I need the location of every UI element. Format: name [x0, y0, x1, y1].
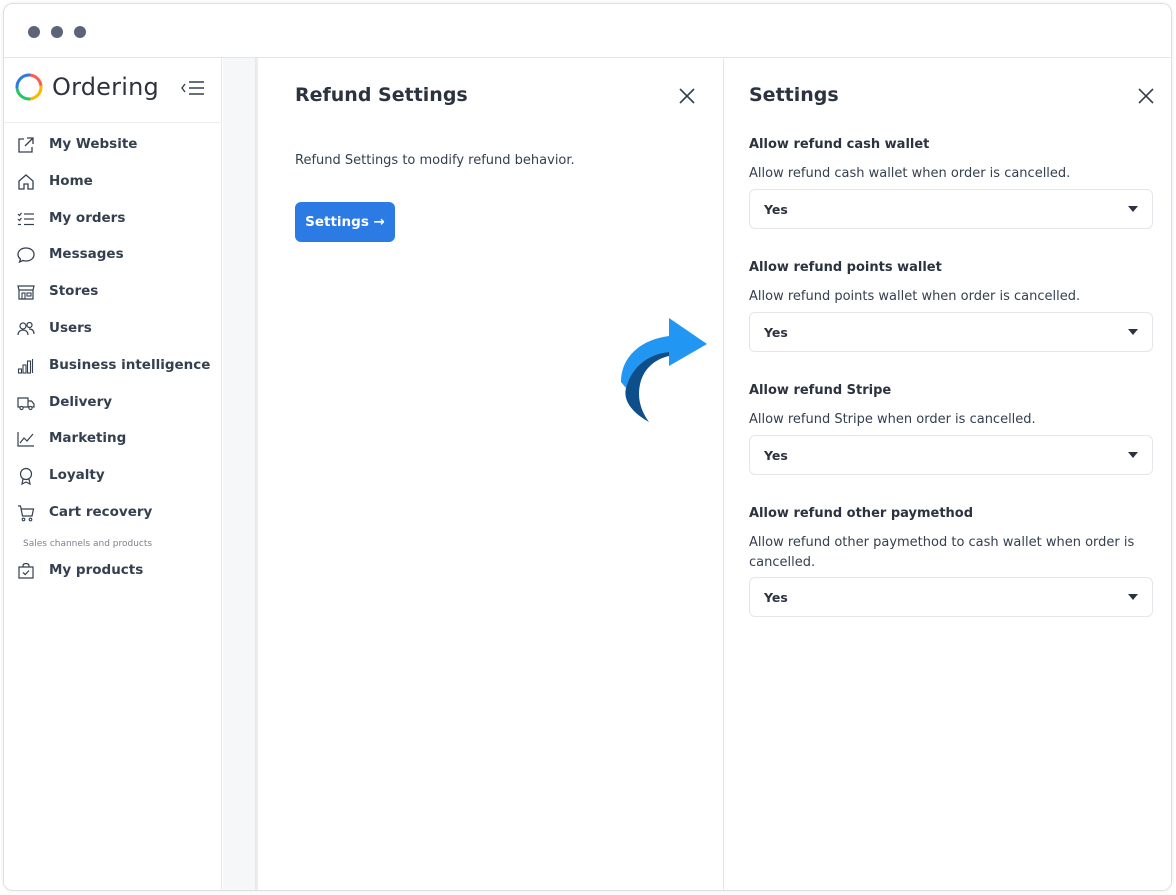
store-icon: [17, 285, 35, 300]
sidebar-item-loyalty[interactable]: Loyalty: [4, 459, 222, 493]
sidebar: Ordering My Website Home My orders Messa…: [4, 58, 222, 890]
sidebar-item-home[interactable]: Home: [4, 165, 222, 199]
select-value: Yes: [764, 448, 788, 463]
close-icon[interactable]: [1137, 87, 1155, 105]
settings-button[interactable]: Settings →: [295, 202, 395, 242]
option-title: Allow refund Stripe: [749, 383, 892, 398]
sidebar-item-stores[interactable]: Stores: [4, 275, 222, 309]
sidebar-item-label: Users: [49, 320, 92, 336]
cart-icon: [18, 505, 35, 522]
settings-title: Settings: [749, 84, 839, 106]
sidebar-section-label: Sales channels and products: [23, 539, 153, 549]
collapse-sidebar-icon[interactable]: [180, 78, 206, 98]
app-window: Ordering My Website Home My orders Messa…: [3, 3, 1172, 891]
caret-down-icon: [1128, 452, 1138, 458]
refund-stripe-select[interactable]: Yes: [749, 435, 1153, 475]
select-value: Yes: [764, 325, 788, 340]
users-icon: [17, 321, 35, 336]
ordering-logo-icon: [15, 73, 43, 101]
option-title: Allow refund cash wallet: [749, 137, 930, 152]
sidebar-item-business-intelligence[interactable]: Business intelligence: [4, 349, 222, 383]
refund-other-paymethod-select[interactable]: Yes: [749, 577, 1153, 617]
sidebar-item-label: Loyalty: [49, 467, 105, 483]
refund-cash-wallet-select[interactable]: Yes: [749, 189, 1153, 229]
truck-icon: [17, 397, 35, 411]
sidebar-item-label: Home: [49, 173, 93, 189]
sidebar-item-label: Messages: [49, 246, 124, 262]
option-title: Allow refund other paymethod: [749, 506, 974, 521]
sidebar-item-label: Stores: [49, 283, 99, 299]
brand-logo[interactable]: Ordering: [14, 70, 159, 104]
content-gutter: [223, 58, 255, 890]
window-dot-2[interactable]: [51, 26, 63, 38]
option-description: Allow refund points wallet when order is…: [749, 289, 1081, 304]
sidebar-item-label: Cart recovery: [49, 504, 153, 520]
award-icon: [19, 467, 33, 486]
brand-name: Ordering: [52, 73, 159, 101]
close-icon[interactable]: [678, 87, 696, 105]
refund-settings-panel: Refund Settings Refund Settings to modif…: [258, 58, 724, 890]
caret-down-icon: [1128, 329, 1138, 335]
sidebar-item-users[interactable]: Users: [4, 312, 222, 346]
curved-arrow-icon: [621, 318, 707, 422]
sidebar-item-marketing[interactable]: Marketing: [4, 422, 222, 456]
sidebar-item-label: Marketing: [49, 430, 127, 446]
option-description: Allow refund other paymethod to cash wal…: [749, 535, 1135, 570]
sidebar-item-messages[interactable]: Messages: [4, 238, 222, 272]
external-link-icon: [18, 137, 34, 153]
settings-panel: Settings Allow refund cash wallet Allow …: [725, 58, 1171, 890]
option-description: Allow refund Stripe when order is cancel…: [749, 412, 1036, 427]
window-dot-3[interactable]: [74, 26, 86, 38]
caret-down-icon: [1128, 206, 1138, 212]
sidebar-item-label: Delivery: [49, 394, 113, 410]
bar-chart-icon: [17, 359, 34, 374]
option-description: Allow refund cash wallet when order is c…: [749, 166, 1071, 181]
sidebar-item-cart-recovery[interactable]: Cart recovery: [4, 496, 222, 530]
sidebar-item-my-website[interactable]: My Website: [4, 128, 222, 162]
sidebar-item-my-products[interactable]: My products: [4, 554, 222, 588]
shopping-bag-icon: [18, 562, 34, 579]
select-value: Yes: [764, 202, 788, 217]
sidebar-item-my-orders[interactable]: My orders: [4, 202, 222, 236]
option-title: Allow refund points wallet: [749, 260, 942, 275]
refund-settings-description: Refund Settings to modify refund behavio…: [295, 153, 575, 168]
sidebar-item-label: My products: [49, 562, 144, 578]
list-icon: [17, 212, 34, 226]
refund-settings-title: Refund Settings: [295, 84, 468, 106]
refund-points-wallet-select[interactable]: Yes: [749, 312, 1153, 352]
caret-down-icon: [1128, 594, 1138, 600]
chat-icon: [17, 247, 35, 264]
home-icon: [18, 174, 34, 190]
sidebar-item-label: My Website: [49, 136, 138, 152]
sidebar-item-label: Business intelligence: [49, 357, 211, 373]
window-titlebar: [4, 4, 1171, 58]
line-chart-icon: [17, 432, 34, 447]
sidebar-item-delivery[interactable]: Delivery: [4, 386, 222, 420]
sidebar-item-label: My orders: [49, 210, 126, 226]
select-value: Yes: [764, 590, 788, 605]
brand-divider: [4, 122, 222, 123]
window-dot-1[interactable]: [28, 26, 40, 38]
